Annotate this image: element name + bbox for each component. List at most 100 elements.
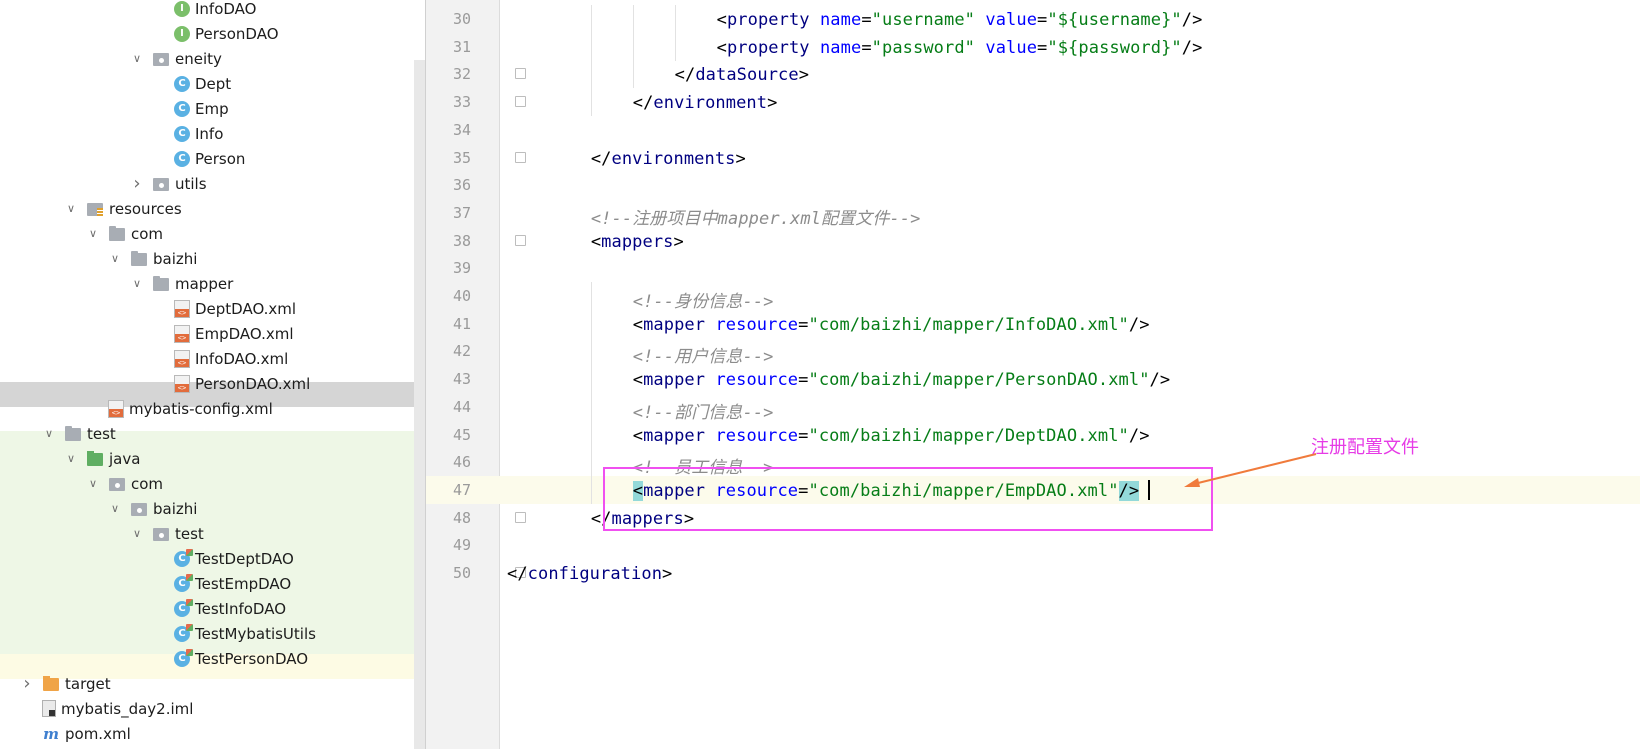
- interface-icon: I: [174, 0, 190, 17]
- tree-item[interactable]: I InfoDAO: [0, 0, 443, 21]
- code-line[interactable]: 43 <mapper resource="com/baizhi/mapper/Pe…: [426, 365, 1640, 394]
- code-token: "${password}": [1047, 37, 1182, 58]
- code-token: "com/baizhi/mapper/DeptDAO.xml": [808, 425, 1129, 446]
- tree-item[interactable]: › target: [0, 671, 443, 696]
- code-line[interactable]: 41 <mapper resource="com/baizhi/mapper/In…: [426, 309, 1640, 338]
- xml-file-icon: [108, 399, 124, 418]
- fold-marker-icon[interactable]: [515, 96, 526, 108]
- tree-item[interactable]: DeptDAO.xml: [0, 296, 443, 321]
- code-token: property: [726, 10, 810, 30]
- tree-item[interactable]: C TestInfoDAO: [0, 596, 443, 621]
- code-line[interactable]: 44 <!--部门信息-->: [426, 392, 1640, 423]
- chevron-right-icon[interactable]: ›: [130, 173, 144, 194]
- code-line[interactable]: 40 <!--身份信息-->: [426, 282, 1640, 312]
- tree-item[interactable]: ∨ eneity: [0, 46, 443, 71]
- tree-item[interactable]: C TestEmpDAO: [0, 571, 443, 596]
- code-text: <!--用户信息-->: [633, 342, 774, 367]
- code-line[interactable]: 45 <mapper resource="com/baizhi/mapper/De…: [426, 420, 1640, 449]
- tree-item[interactable]: InfoDAO.xml: [0, 346, 443, 371]
- tree-item[interactable]: ∨ java: [0, 446, 443, 471]
- fold-marker-icon[interactable]: [515, 68, 526, 80]
- code-line[interactable]: 39: [426, 254, 1640, 282]
- project-tree[interactable]: I InfoDAO I PersonDAO ∨ eneity C Dept C Emp C Info C…: [0, 0, 443, 749]
- chevron-down-icon[interactable]: ∨: [42, 427, 56, 441]
- chevron-down-icon[interactable]: ∨: [86, 227, 100, 241]
- tree-item[interactable]: ∨ baizhi: [0, 246, 443, 271]
- class-icon: C: [174, 150, 190, 167]
- tree-item[interactable]: ∨ resources: [0, 196, 443, 221]
- line-number: 44: [452, 397, 471, 416]
- annotation-box: [603, 467, 1213, 531]
- chevron-down-icon[interactable]: ∨: [64, 452, 78, 466]
- code-line[interactable]: 37 <!--注册项目中mapper.xml配置文件-->: [426, 199, 1640, 229]
- tree-item[interactable]: C Info: [0, 121, 443, 146]
- tree-item[interactable]: m pom.xml: [0, 721, 443, 746]
- tree-item-label: TestPersonDAO: [195, 649, 309, 668]
- tree-item[interactable]: I PersonDAO: [0, 21, 443, 46]
- code-token: </: [674, 65, 696, 86]
- line-number: 38: [452, 231, 471, 250]
- tree-item[interactable]: ∨ baizhi: [0, 496, 443, 521]
- code-editor[interactable]: 30 <property name="username" value="${use…: [426, 0, 1640, 749]
- indent-guide: [590, 282, 592, 310]
- code-token: mappers: [601, 231, 674, 252]
- tree-item[interactable]: ∨ mapper: [0, 271, 443, 296]
- chevron-down-icon[interactable]: ∨: [130, 527, 144, 541]
- indent-guide: [590, 88, 592, 117]
- code-line[interactable]: 32 </dataSource>: [426, 60, 1640, 89]
- chevron-down-icon[interactable]: ∨: [86, 477, 100, 491]
- tree-item[interactable]: C TestDeptDAO: [0, 546, 443, 571]
- tree-item[interactable]: › utils: [0, 171, 443, 196]
- chevron-down-icon[interactable]: ∨: [130, 277, 144, 291]
- tree-item[interactable]: C TestMybatisUtils: [0, 621, 443, 646]
- code-text: <mappers>: [591, 232, 684, 252]
- code-line[interactable]: 30 <property name="username" value="${use…: [426, 5, 1640, 33]
- code-line[interactable]: 35 </environments>: [426, 144, 1640, 172]
- code-line[interactable]: 34: [426, 116, 1640, 144]
- chevron-down-icon[interactable]: ∨: [64, 202, 78, 216]
- chevron-down-icon[interactable]: ∨: [130, 52, 144, 66]
- fold-marker-icon[interactable]: [515, 511, 526, 523]
- tree-item[interactable]: mybatis_day2.iml: [0, 696, 443, 721]
- tree-item[interactable]: ∨ test: [0, 421, 443, 446]
- code-line[interactable]: 33 </environment>: [426, 88, 1640, 117]
- tree-item[interactable]: ∨ test: [0, 521, 443, 546]
- tree-item-label: resources: [109, 199, 182, 218]
- tree-item[interactable]: C Dept: [0, 71, 443, 96]
- fold-marker-icon[interactable]: [515, 234, 526, 246]
- indent-guide: [674, 32, 676, 61]
- code-line[interactable]: 49: [426, 531, 1640, 559]
- tree-item[interactable]: C Person: [0, 146, 443, 171]
- chevron-right-icon[interactable]: ›: [20, 673, 34, 694]
- code-token: >: [662, 564, 673, 584]
- tree-item[interactable]: ∨ com: [0, 221, 443, 246]
- tree-item-label: com: [131, 224, 164, 243]
- tree-item[interactable]: C TestPersonDAO: [0, 646, 443, 671]
- tree-item[interactable]: EmpDAO.xml: [0, 321, 443, 346]
- chevron-down-icon[interactable]: ∨: [108, 502, 122, 516]
- code-line[interactable]: 31 <property name="password" value="${pas…: [426, 32, 1640, 61]
- package-icon: [152, 525, 170, 543]
- code-token: <: [716, 37, 727, 58]
- tree-item[interactable]: ∨ com: [0, 471, 443, 496]
- code-line[interactable]: 42 <!--用户信息-->: [426, 337, 1640, 367]
- code-text: </dataSource>: [675, 65, 809, 85]
- code-token: name: [819, 10, 862, 30]
- tree-item[interactable]: C Emp: [0, 96, 443, 121]
- tree-item[interactable]: PersonDAO.xml: [0, 371, 443, 396]
- code-line[interactable]: 38 <mappers>: [426, 227, 1640, 255]
- tree-item-label: pom.xml: [65, 724, 131, 743]
- code-token: value: [985, 10, 1038, 30]
- code-token: />: [1149, 370, 1171, 391]
- tree-item[interactable]: mybatis-config.xml: [0, 396, 443, 421]
- tree-item-label: EmpDAO.xml: [195, 324, 294, 343]
- class-icon: C: [174, 100, 190, 117]
- line-number: 34: [452, 120, 471, 139]
- code-line[interactable]: 36: [426, 171, 1640, 199]
- resources-folder-icon: [86, 200, 104, 218]
- code-line[interactable]: 50 </configuration>: [426, 559, 1640, 587]
- fold-marker-icon[interactable]: [515, 151, 526, 163]
- indent-guide: [632, 32, 634, 61]
- chevron-down-icon[interactable]: ∨: [108, 252, 122, 266]
